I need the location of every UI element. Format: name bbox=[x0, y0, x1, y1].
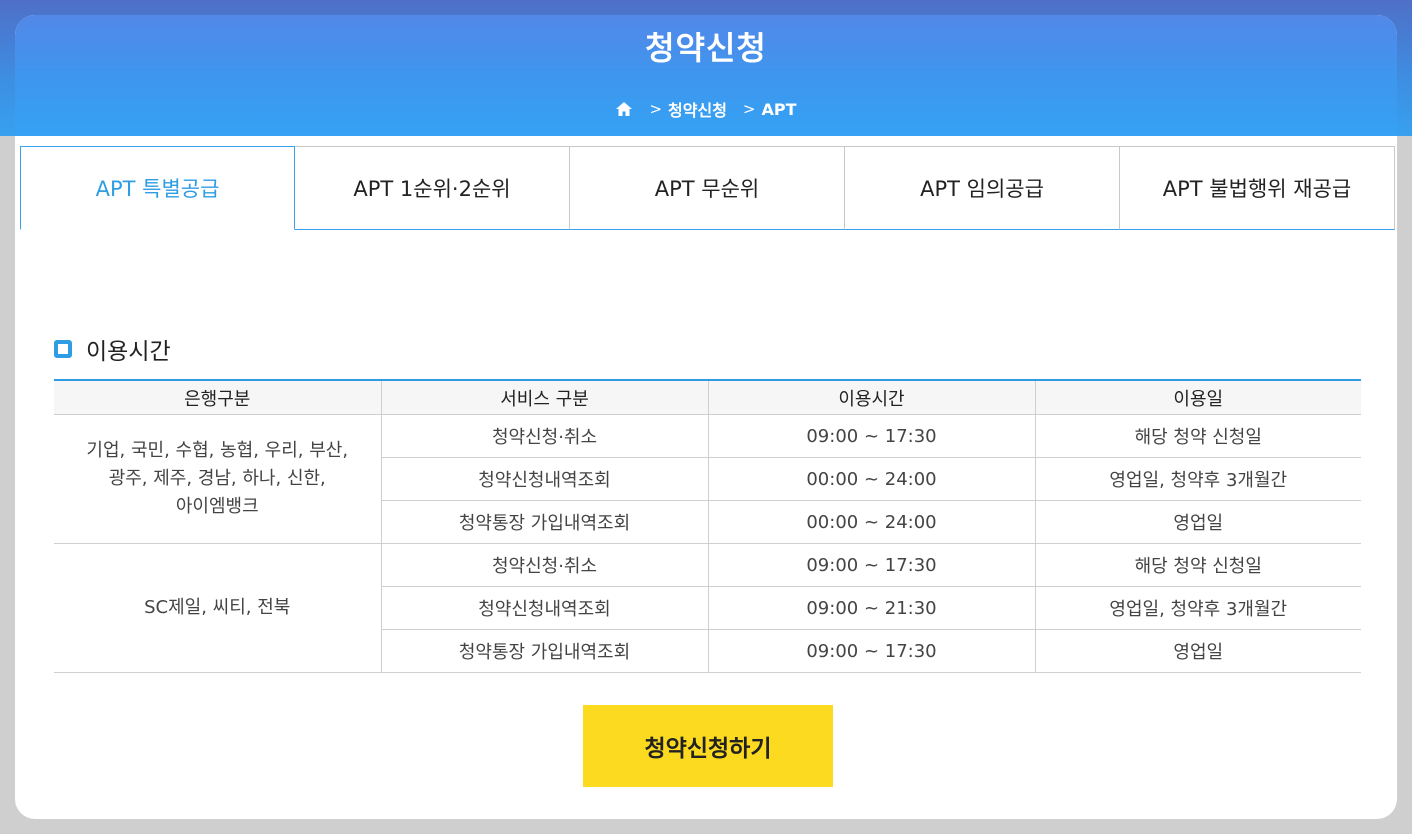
breadcrumb: > 청약신청 > APT bbox=[15, 97, 1397, 121]
time-cell: 00:00 ~ 24:00 bbox=[707, 457, 1035, 501]
service-cell: 청약신청내역조회 bbox=[380, 457, 708, 501]
home-icon[interactable] bbox=[615, 101, 633, 117]
days-cell: 영업일, 청약후 3개월간 bbox=[1034, 457, 1361, 501]
time-cell: 09:00 ~ 17:30 bbox=[707, 414, 1035, 458]
column-header-days: 이용일 bbox=[1034, 379, 1361, 415]
section-title: 이용시간 bbox=[54, 332, 171, 366]
apply-button[interactable]: 청약신청하기 bbox=[583, 705, 833, 787]
days-cell: 영업일, 청약후 3개월간 bbox=[1034, 586, 1361, 630]
bank-group-cell: SC제일, 씨티, 전북 bbox=[54, 543, 381, 673]
tab-special-supply[interactable]: APT 특별공급 bbox=[20, 146, 295, 230]
tab-bar: APT 특별공급 APT 1순위·2순위 APT 무순위 APT 임의공급 AP… bbox=[20, 146, 1395, 230]
days-cell: 해당 청약 신청일 bbox=[1034, 543, 1361, 587]
time-cell: 09:00 ~ 21:30 bbox=[707, 586, 1035, 630]
service-cell: 청약신청·취소 bbox=[380, 543, 708, 587]
column-header-bank: 은행구분 bbox=[54, 379, 381, 415]
days-cell: 영업일 bbox=[1034, 500, 1361, 544]
bank-group-cell: 기업, 국민, 수협, 농협, 우리, 부산, 광주, 제주, 경남, 하나, … bbox=[54, 414, 381, 544]
service-cell: 청약신청·취소 bbox=[380, 414, 708, 458]
chevron-right-icon: > bbox=[742, 100, 756, 118]
days-cell: 해당 청약 신청일 bbox=[1034, 414, 1361, 458]
breadcrumb-item-apply[interactable]: 청약신청 bbox=[668, 97, 727, 121]
bank-list-line: 아이엠뱅크 bbox=[175, 496, 259, 517]
page-header: 청약신청 > 청약신청 > APT bbox=[15, 15, 1397, 136]
tab-no-rank[interactable]: APT 무순위 bbox=[570, 146, 845, 230]
tab-first-second-rank[interactable]: APT 1순위·2순위 bbox=[295, 146, 570, 230]
time-cell: 00:00 ~ 24:00 bbox=[707, 500, 1035, 544]
column-header-time: 이용시간 bbox=[707, 379, 1035, 415]
days-cell: 영업일 bbox=[1034, 629, 1361, 673]
tab-illegal-resupply[interactable]: APT 불법행위 재공급 bbox=[1120, 146, 1395, 230]
column-header-service: 서비스 구분 bbox=[380, 379, 708, 415]
section-title-text: 이용시간 bbox=[86, 339, 171, 365]
bank-list-line: 광주, 제주, 경남, 하나, 신한, bbox=[108, 468, 326, 489]
page-title: 청약신청 bbox=[645, 29, 767, 67]
time-cell: 09:00 ~ 17:30 bbox=[707, 543, 1035, 587]
bank-list-line: 기업, 국민, 수협, 농협, 우리, 부산, bbox=[86, 440, 349, 461]
service-cell: 청약통장 가입내역조회 bbox=[380, 629, 708, 673]
chevron-right-icon: > bbox=[649, 100, 663, 118]
usage-time-table: 은행구분 서비스 구분 이용시간 이용일 기업, 국민, 수협, 농협, 우리,… bbox=[54, 379, 1361, 673]
time-cell: 09:00 ~ 17:30 bbox=[707, 629, 1035, 673]
tab-arbitrary-supply[interactable]: APT 임의공급 bbox=[845, 146, 1120, 230]
breadcrumb-item-apt[interactable]: APT bbox=[762, 100, 797, 119]
table-row: SC제일, 씨티, 전북 청약신청·취소 09:00 ~ 17:30 해당 청약… bbox=[54, 543, 1361, 673]
service-cell: 청약신청내역조회 bbox=[380, 586, 708, 630]
service-cell: 청약통장 가입내역조회 bbox=[380, 500, 708, 544]
table-row: 기업, 국민, 수협, 농협, 우리, 부산, 광주, 제주, 경남, 하나, … bbox=[54, 414, 1361, 544]
square-bullet-icon bbox=[54, 340, 72, 358]
table-header-row: 은행구분 서비스 구분 이용시간 이용일 bbox=[54, 379, 1361, 415]
bank-list-line: SC제일, 씨티, 전북 bbox=[144, 597, 291, 618]
